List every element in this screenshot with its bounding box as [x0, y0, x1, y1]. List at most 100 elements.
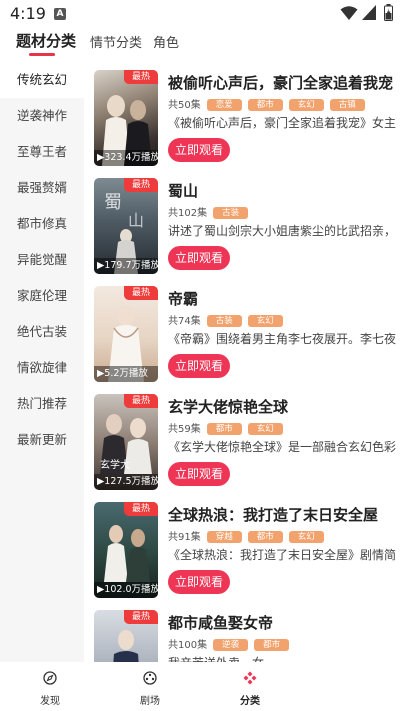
drama-meta: 共91集 穿越 都市 玄幻 — [168, 528, 324, 543]
status-bar: 4:19 A — [0, 0, 400, 26]
compass-icon — [43, 671, 57, 685]
drama-description: 《被偷听心声后，豪门全家追着我宠》女主 — [168, 116, 396, 130]
drama-card[interactable]: 最热 ▶102.0万播放 全球热浪：我打造了末日安全屋 共91集 穿越 都市 玄幻 《… — [84, 498, 400, 606]
sidebar-item-traditional-fantasy[interactable]: 传统玄幻 — [0, 62, 84, 98]
watch-now-button[interactable]: 立即观看 — [168, 246, 230, 270]
nav-discover-label: 发现 — [40, 696, 60, 707]
bottom-nav: 发现 剧场 分类 — [0, 662, 400, 711]
drama-title[interactable]: 蜀山 — [168, 180, 396, 201]
drama-card[interactable]: 最热 都市咸鱼娶女帝 共100集逆袭都市 我辛苦送外卖，女 — [84, 606, 400, 662]
drama-title[interactable]: 被偷听心声后，豪门全家追着我宠 — [168, 72, 396, 93]
svg-text:玄学大: 玄学大 — [100, 458, 130, 471]
watch-now-button[interactable]: 立即观看 — [168, 354, 230, 378]
genre-tag: 玄幻 — [247, 423, 283, 435]
sidebar-item-romance[interactable]: 情欲旋律 — [0, 350, 84, 386]
drama-card[interactable]: 最热 ▶323.4万播放 被偷听心声后，豪门全家追着我宠 共50集 恋爱 都市 玄幻古… — [84, 66, 400, 174]
watch-now-button[interactable]: 立即观看 — [168, 462, 230, 486]
genre-tag: 古镇 — [329, 99, 365, 111]
drama-cover[interactable]: 最热 ▶5.2万播放 — [94, 286, 158, 382]
hot-badge: 最热 — [124, 502, 158, 516]
drama-card[interactable]: 最热 ▶5.2万播放 帝霸 共74集 古装 玄幻 《帝霸》围绕着男主角李七夜展开。李… — [84, 282, 400, 390]
hot-badge: 最热 — [124, 394, 158, 408]
drama-description: 《帝霸》围绕着男主角李七夜展开。李七夜 — [168, 332, 396, 346]
notification-icon: A — [54, 8, 66, 20]
genre-tag: 都市 — [247, 99, 283, 111]
top-tabs: 题材分类 情节分类 角色 — [0, 26, 400, 60]
drama-title[interactable]: 都市咸鱼娶女帝 — [168, 612, 396, 633]
genre-tag: 都市 — [247, 531, 283, 543]
sidebar-item-hot-picks[interactable]: 热门推荐 — [0, 386, 84, 422]
nav-category-label: 分类 — [240, 696, 260, 707]
drama-list: 最热 ▶323.4万播放 被偷听心声后，豪门全家追着我宠 共50集 恋爱 都市 玄幻古… — [84, 62, 400, 662]
genre-tag: 玄幻 — [247, 315, 283, 327]
genre-tag: 恋爱 — [206, 99, 242, 111]
sidebar-item-supreme-king[interactable]: 至尊王者 — [0, 134, 84, 170]
play-count: ▶323.4万播放 — [94, 150, 158, 166]
drama-meta: 共59集 都市 玄幻 — [168, 420, 283, 435]
drama-cover[interactable]: 玄学大 最热 ▶127.5万播放 — [94, 394, 158, 490]
episode-count: 共102集 — [168, 208, 208, 219]
hot-badge: 最热 — [124, 286, 158, 300]
signal-icon — [362, 5, 376, 20]
nav-discover[interactable]: 发现 — [20, 662, 80, 711]
genre-tag: 都市 — [206, 423, 242, 435]
drama-card[interactable]: 玄学大 最热 ▶127.5万播放 玄学大佬惊艳全球 共59集 都市 玄幻 《玄学大佬… — [84, 390, 400, 498]
nav-category[interactable]: 分类 — [220, 662, 280, 711]
drama-cover[interactable]: 最热 — [94, 610, 158, 662]
genre-tag: 都市 — [254, 639, 290, 651]
play-count: ▶127.5万播放 — [94, 474, 158, 490]
sidebar-item-superpower[interactable]: 异能觉醒 — [0, 242, 84, 278]
hot-badge: 最热 — [124, 610, 158, 624]
drama-meta: 共74集 古装 玄幻 — [168, 312, 283, 327]
active-tab-indicator — [29, 53, 55, 56]
category-sidebar: 传统玄幻 逆袭神作 至尊王者 最强赘婿 都市修真 异能觉醒 家庭伦理 绝代古装 … — [0, 62, 84, 662]
play-count: ▶5.2万播放 — [94, 366, 158, 382]
genre-tag: 逆袭 — [213, 639, 249, 651]
sidebar-item-son-in-law[interactable]: 最强赘婿 — [0, 170, 84, 206]
drama-description: 我辛苦送外卖，女 — [168, 654, 396, 662]
drama-cover[interactable]: 蜀 山 最热 ▶179.7万播放 — [94, 178, 158, 274]
watch-now-button[interactable]: 立即观看 — [168, 138, 230, 162]
play-count: ▶102.0万播放 — [94, 582, 158, 598]
episode-count: 共100集 — [168, 640, 208, 651]
sidebar-item-latest-updates[interactable]: 最新更新 — [0, 422, 84, 458]
drama-meta: 共100集 逆袭 都市 — [168, 636, 290, 651]
genre-tag: 穿越 — [206, 531, 242, 543]
sidebar-item-family-ethics[interactable]: 家庭伦理 — [0, 278, 84, 314]
drama-card[interactable]: 蜀 山 最热 ▶179.7万播放 蜀山 共102集 古装 讲述了蜀山剑宗大小姐唐紫… — [84, 174, 400, 282]
svg-text:山: 山 — [128, 211, 144, 230]
drama-title[interactable]: 玄学大佬惊艳全球 — [168, 396, 396, 417]
play-count: ▶179.7万播放 — [94, 258, 158, 274]
tab-role[interactable]: 角色 — [153, 32, 179, 51]
svg-text:蜀: 蜀 — [104, 192, 122, 213]
watch-now-button[interactable]: 立即观看 — [168, 570, 230, 594]
drama-title[interactable]: 帝霸 — [168, 288, 396, 309]
sidebar-item-costume[interactable]: 绝代古装 — [0, 314, 84, 350]
category-diamond-icon — [243, 671, 257, 685]
wifi-icon — [340, 6, 358, 20]
genre-tag: 古装 — [206, 315, 242, 327]
hot-badge: 最热 — [124, 70, 158, 84]
drama-description: 《全球热浪：我打造了末日安全屋》剧情简 — [168, 548, 396, 562]
film-reel-icon — [143, 671, 157, 685]
drama-cover[interactable]: 最热 ▶102.0万播放 — [94, 502, 158, 598]
drama-description: 《玄学大佬惊艳全球》是一部融合玄幻色彩 — [168, 440, 396, 454]
status-time: 4:19 — [10, 4, 46, 23]
genre-tag: 玄幻 — [288, 99, 324, 111]
hot-badge: 最热 — [124, 178, 158, 192]
sidebar-item-comeback[interactable]: 逆袭神作 — [0, 98, 84, 134]
tab-topic-category[interactable]: 题材分类 — [16, 30, 76, 51]
battery-icon — [384, 4, 393, 21]
sidebar-item-urban-cultivation[interactable]: 都市修真 — [0, 206, 84, 242]
nav-theater-label: 剧场 — [140, 696, 160, 707]
episode-count: 共91集 — [168, 532, 201, 543]
drama-meta: 共50集 恋爱 都市 玄幻 古镇 — [168, 96, 365, 111]
tab-plot-category[interactable]: 情节分类 — [90, 32, 142, 51]
episode-count: 共59集 — [168, 424, 201, 435]
nav-theater[interactable]: 剧场 — [120, 662, 180, 711]
genre-tag: 古装 — [213, 207, 249, 219]
drama-meta: 共102集 古装 — [168, 204, 249, 219]
drama-title[interactable]: 全球热浪：我打造了末日安全屋 — [168, 504, 396, 525]
drama-cover[interactable]: 最热 ▶323.4万播放 — [94, 70, 158, 166]
genre-tag: 玄幻 — [288, 531, 324, 543]
